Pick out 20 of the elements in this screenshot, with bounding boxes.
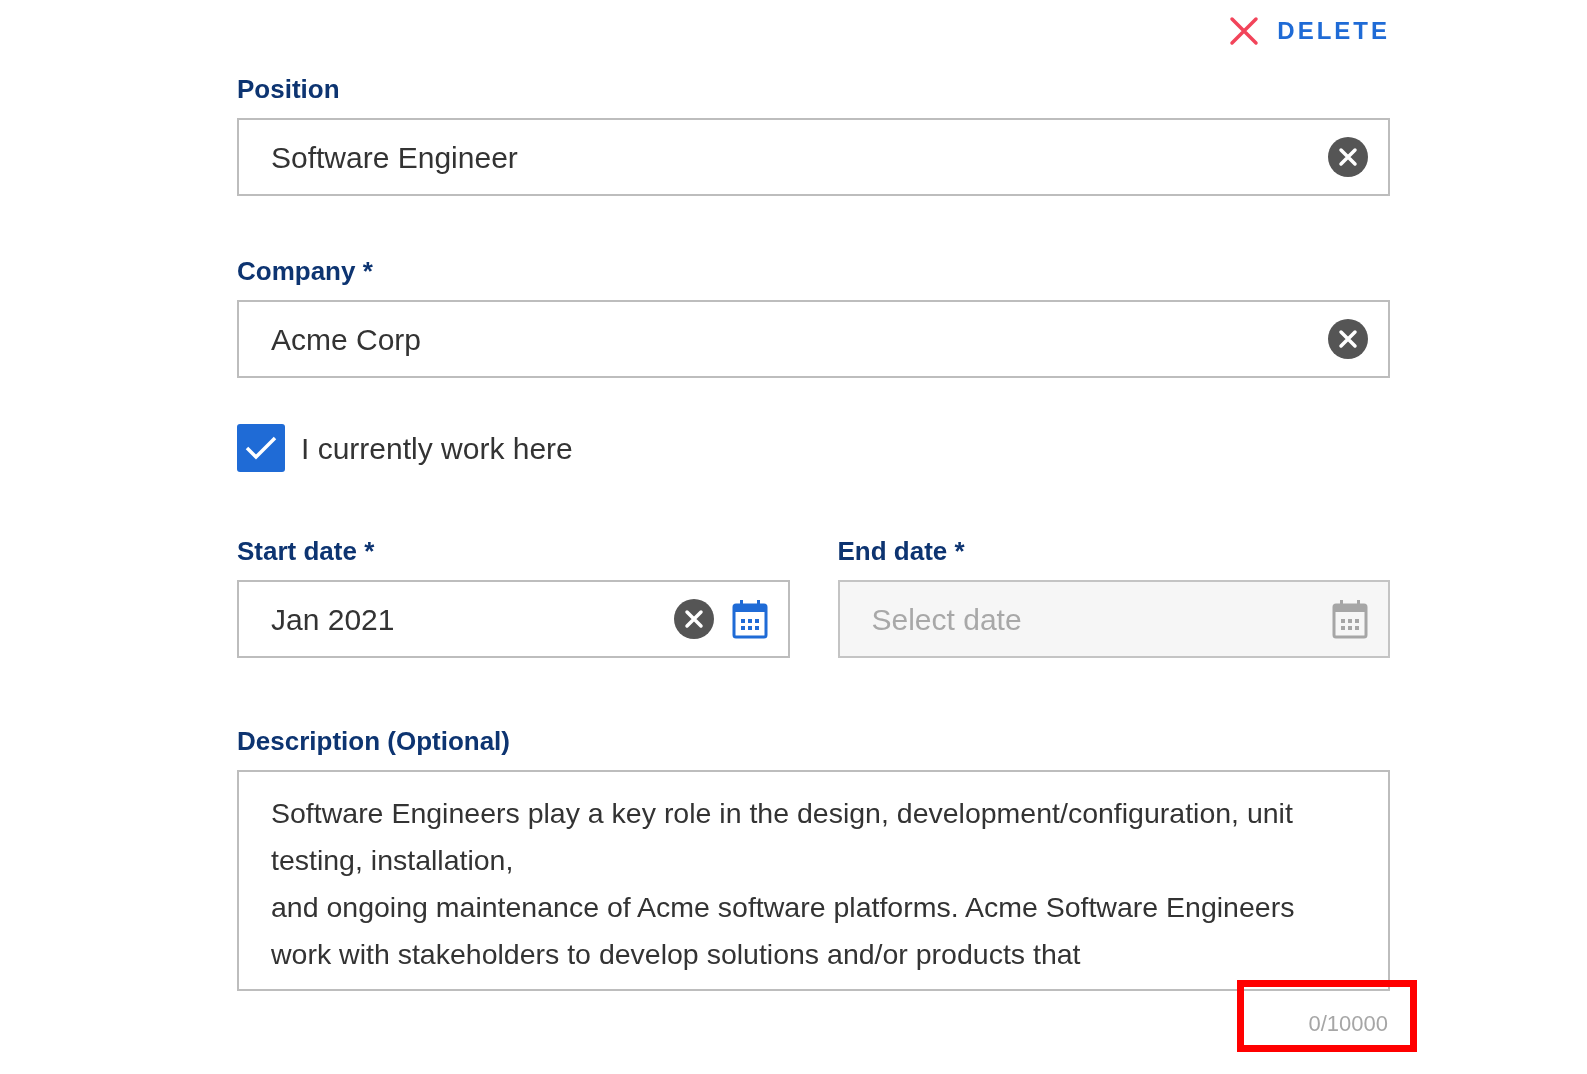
field-label: Company * xyxy=(237,258,374,284)
calendar-icon[interactable] xyxy=(731,599,768,639)
field-label: Description (Optional) xyxy=(237,728,511,754)
description-text: Software Engineers play a key role in the design, development/configuration, unit testing, installation, and ongoing maintenance of Acme software platforms. Acme Software Engineers work with stakeholders to develop solutions and/or products that xyxy=(271,796,1296,972)
character-counter: 0/10000 xyxy=(1308,1010,1388,1038)
checkbox-label: I currently work here xyxy=(301,430,573,467)
text-field[interactable]: Acme Corp xyxy=(237,300,1390,378)
field-label: Position xyxy=(237,76,341,102)
checkbox[interactable] xyxy=(237,424,285,472)
text-field[interactable]: Software Engineer xyxy=(237,118,1390,196)
field-label: Start date * xyxy=(237,538,376,564)
clear-icon[interactable] xyxy=(1328,137,1368,177)
clear-icon[interactable] xyxy=(673,599,714,639)
delete-button[interactable]: DELETE xyxy=(1229,13,1390,49)
date-field[interactable]: Jan 2021 xyxy=(237,580,790,658)
description-field[interactable] xyxy=(237,770,1390,991)
field-label: End date * xyxy=(837,538,966,564)
close-icon xyxy=(1229,16,1260,46)
clear-icon[interactable] xyxy=(1328,319,1368,359)
check-icon xyxy=(244,435,278,461)
